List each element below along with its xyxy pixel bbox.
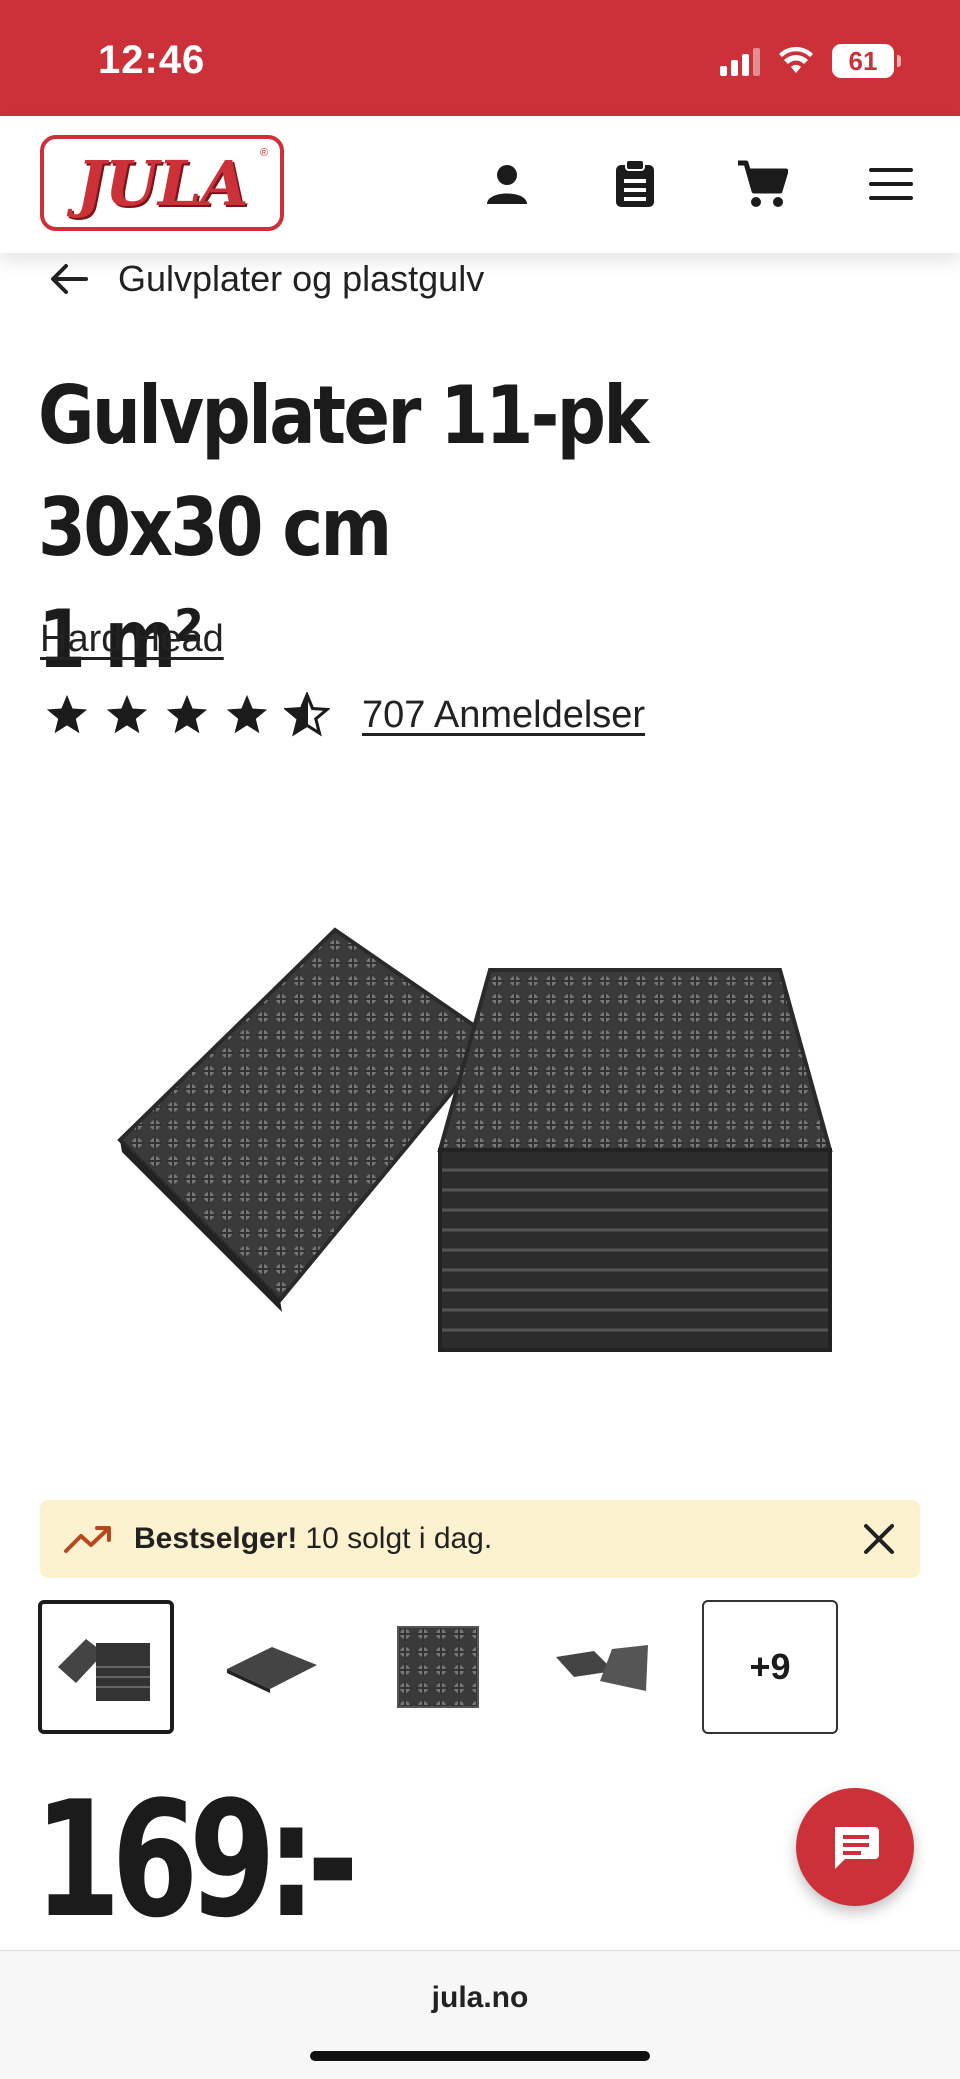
thumbnail-image	[227, 1647, 317, 1693]
bestseller-label: Bestselger!	[134, 1522, 298, 1555]
user-icon[interactable]	[479, 156, 535, 212]
close-icon[interactable]	[860, 1520, 898, 1558]
battery-icon: 61	[832, 44, 901, 78]
more-images-button[interactable]: +9	[702, 1600, 838, 1734]
status-bar: 12:46 61	[0, 0, 960, 116]
thumbnail-1[interactable]	[38, 1600, 174, 1734]
thumbnail-strip: +9	[38, 1600, 838, 1734]
chat-button[interactable]	[796, 1788, 914, 1906]
signal-icon	[720, 46, 760, 76]
status-icons: 61	[720, 44, 901, 78]
thumbnail-2[interactable]	[204, 1600, 340, 1734]
wifi-icon	[779, 47, 813, 73]
back-arrow-icon[interactable]	[48, 258, 90, 300]
site-header: JULA ®	[0, 116, 960, 253]
breadcrumb[interactable]: Gulvplater og plastgulv	[48, 258, 484, 300]
logo-registered-mark: ®	[259, 147, 268, 159]
thumbnail-image	[58, 1639, 150, 1701]
reviews-link[interactable]: 707 Anmeldelser	[362, 694, 645, 737]
cart-icon[interactable]	[734, 156, 790, 212]
rating-stars	[44, 692, 330, 738]
jula-logo[interactable]: JULA ®	[40, 135, 284, 231]
product-title-line1: Gulvplater 11-pk 30x30 cm	[38, 369, 649, 574]
product-price: 169:-	[34, 1766, 359, 1953]
url-text[interactable]: jula.no	[0, 1981, 960, 2015]
browser-address-bar[interactable]: jula.no	[0, 1950, 960, 2079]
star-icon	[226, 694, 268, 734]
brand-link[interactable]: Hard Head	[40, 618, 224, 661]
status-time: 12:46	[98, 38, 206, 82]
logo-text: JULA	[76, 146, 248, 220]
star-icon	[166, 694, 208, 734]
product-image[interactable]	[110, 900, 870, 1440]
home-indicator[interactable]	[310, 2051, 650, 2061]
bestseller-banner: Bestselger! 10 solgt i dag.	[40, 1500, 920, 1578]
menu-icon[interactable]	[863, 156, 919, 212]
star-icon	[46, 694, 88, 734]
trending-up-icon	[64, 1526, 111, 1553]
thumbnail-4[interactable]	[536, 1600, 672, 1734]
thumbnail-image	[556, 1645, 648, 1691]
breadcrumb-label[interactable]: Gulvplater og plastgulv	[118, 258, 484, 300]
half-star-icon	[284, 692, 330, 737]
rating-row[interactable]: 707 Anmeldelser	[44, 692, 645, 738]
chat-icon	[835, 1827, 879, 1869]
thumbnail-image	[397, 1626, 479, 1708]
thumbnail-3[interactable]	[370, 1600, 506, 1734]
bestseller-text: 10 solgt i dag.	[305, 1522, 493, 1555]
clipboard-icon[interactable]	[607, 156, 663, 212]
star-icon	[106, 694, 148, 734]
